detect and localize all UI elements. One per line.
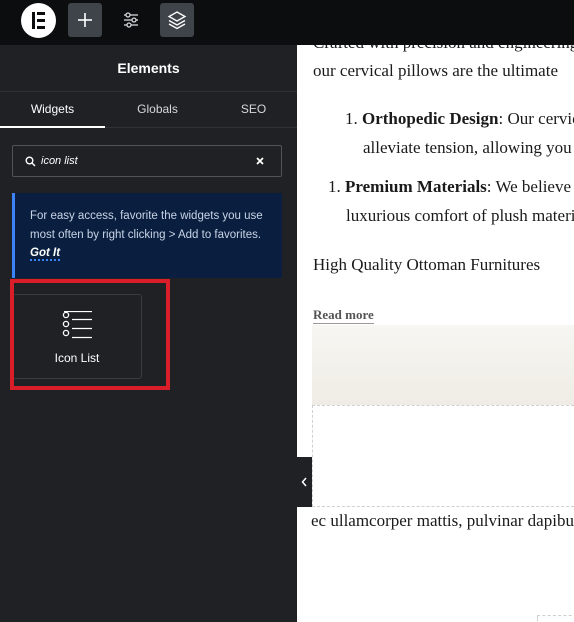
list-item-1-line2: alleviate tension, allowing you — [363, 138, 572, 157]
layers-icon — [167, 11, 187, 30]
intro-text-line2: our cervical pillows are the ultimate — [313, 61, 558, 80]
search-icon — [25, 156, 36, 167]
list-item-2-title: Premium Materials — [345, 177, 487, 196]
tab-seo[interactable]: SEO — [210, 92, 297, 128]
panel-tabs: Widgets Globals SEO — [0, 92, 297, 128]
list-item-2-number: 1. — [328, 177, 341, 196]
active-tab-indicator — [0, 126, 105, 128]
tab-globals[interactable]: Globals — [105, 92, 210, 128]
elements-panel: Elements Widgets Globals SEO For easy ac… — [0, 45, 297, 622]
list-item-2-text: : We believe — [486, 177, 572, 196]
empty-container — [537, 615, 574, 622]
tip-text: For easy access, favorite the widgets yo… — [30, 210, 263, 241]
list-item-1-text: : Our cervical — [498, 109, 574, 128]
empty-section[interactable] — [312, 405, 574, 507]
tab-widgets[interactable]: Widgets — [0, 92, 105, 128]
list-item-1-number: 1. — [345, 109, 358, 128]
chevron-left-icon — [301, 477, 307, 487]
list-item-2-line2: luxurious comfort of plush materials — [346, 206, 574, 225]
structure-button[interactable] — [160, 3, 194, 37]
site-settings-button[interactable] — [114, 3, 148, 37]
list-item-2: 1. Premium Materials: We believe — [328, 177, 571, 197]
section-heading: High Quality Ottoman Furnitures — [313, 255, 541, 274]
highlight-box — [10, 279, 170, 390]
intro-text: Crafted with precision and engineering, — [313, 45, 574, 53]
top-bar — [0, 0, 574, 45]
clear-search-icon[interactable] — [254, 155, 266, 167]
favorites-tip: For easy access, favorite the widgets yo… — [12, 193, 282, 278]
got-it-link[interactable]: Got It — [30, 247, 61, 261]
page-preview: Crafted with precision and engineering, … — [297, 45, 574, 622]
search-box — [12, 145, 282, 177]
footer-text: ec ullamcorper mattis, pulvinar dapibus — [311, 511, 574, 530]
sliders-icon — [124, 12, 138, 28]
search-input[interactable] — [41, 151, 241, 171]
read-more-link[interactable]: Read more — [313, 307, 374, 324]
panel-title: Elements — [0, 45, 297, 92]
plus-icon — [78, 13, 92, 27]
elementor-logo-icon[interactable] — [21, 3, 56, 38]
image-banner — [312, 325, 574, 405]
add-element-button[interactable] — [68, 3, 102, 37]
list-item-1: 1. Orthopedic Design: Our cervical — [345, 109, 574, 129]
list-item-1-title: Orthopedic Design — [362, 109, 499, 128]
collapse-panel-button[interactable] — [297, 457, 312, 507]
